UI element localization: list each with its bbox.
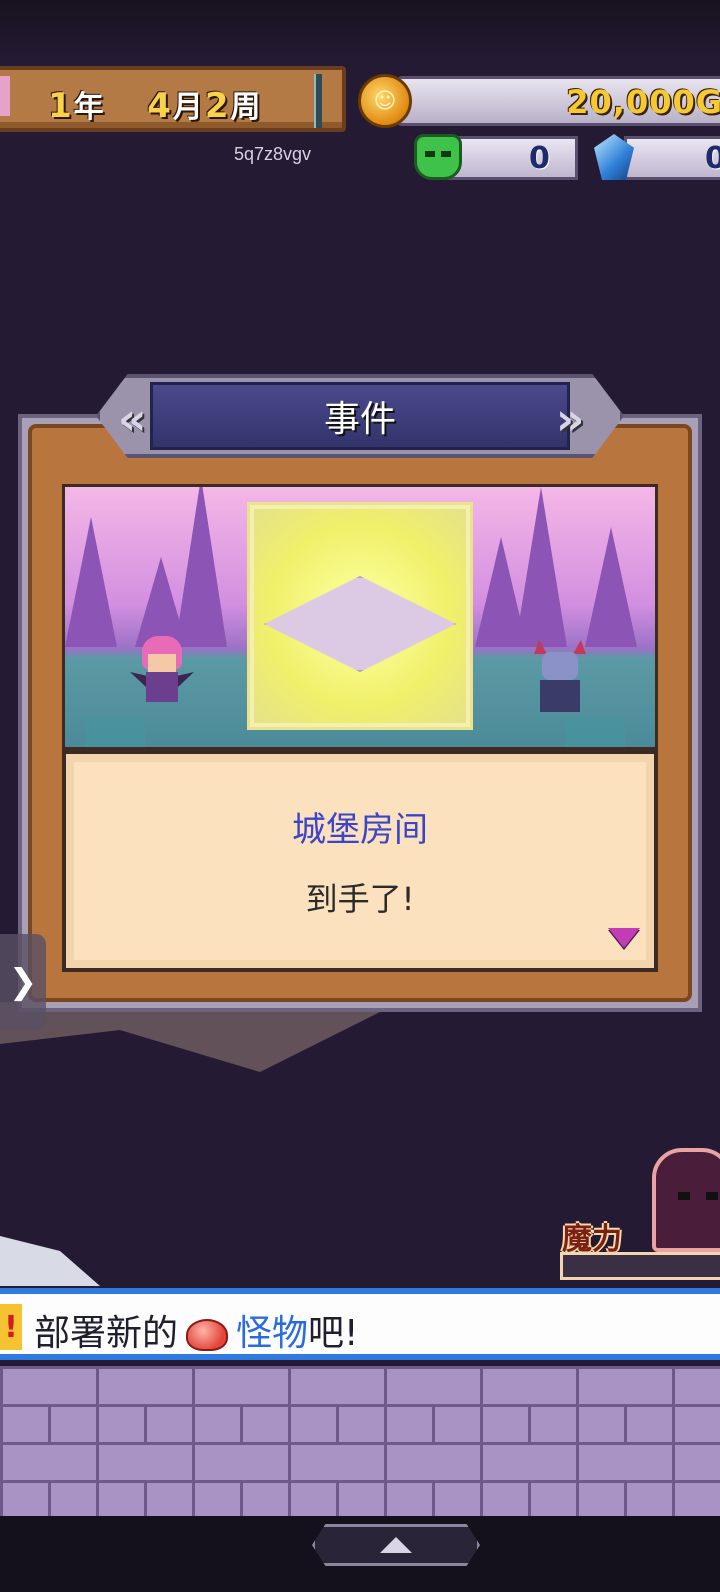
scene-ground-tile: [85, 717, 145, 747]
character-face: [148, 654, 176, 672]
date-display: 1年 4月2周: [48, 82, 263, 126]
week-value: 2: [204, 86, 231, 126]
month-unit: 月: [172, 90, 205, 125]
scene-spike: [175, 487, 227, 647]
triangle-down-icon[interactable]: [608, 928, 640, 948]
character-body: [540, 680, 580, 712]
scene-spike: [65, 517, 117, 647]
character-body: [146, 672, 178, 702]
year-unit: 年: [73, 90, 106, 125]
scene-spike: [515, 487, 567, 647]
slime-icon: [186, 1319, 229, 1351]
monster-count-panel: 0: [448, 136, 578, 180]
brick-row-offset: [0, 1480, 720, 1518]
date-accent: [0, 76, 10, 116]
notice-text: 部署新的 怪物吧!: [34, 1304, 358, 1356]
event-message-box[interactable]: 城堡房间 到手了!: [62, 750, 658, 972]
event-title-banner: 事件: [150, 382, 570, 450]
character-head: [542, 652, 578, 680]
notice-text-after: 吧!: [308, 1313, 359, 1354]
alert-icon: !: [0, 1304, 22, 1350]
scene-spike: [585, 527, 637, 647]
brick-row-offset: [0, 1404, 720, 1442]
chevron-left-icon: «: [118, 394, 147, 445]
triangle-up-icon: [380, 1537, 412, 1553]
crystal-count: 0: [705, 141, 720, 176]
notice-bar[interactable]: ! 部署新的 怪物吧!: [0, 1288, 720, 1360]
monster-icon: [414, 134, 462, 180]
year-value: 1: [48, 86, 74, 126]
demon-eyes: [678, 1192, 718, 1200]
demon-lord-portrait[interactable]: [652, 1148, 720, 1252]
demon-lord-character: [530, 640, 590, 720]
side-menu-tab[interactable]: ❯: [0, 934, 46, 1030]
gold-coin-icon: ☺: [358, 74, 412, 128]
obtained-item-name: 城堡房间: [292, 810, 428, 850]
monster-count: 0: [529, 141, 550, 176]
background-floor: [0, 1002, 400, 1072]
week-unit: 周: [230, 90, 263, 125]
month-value: 4: [147, 86, 173, 126]
gold-panel: 20,000G: [396, 76, 720, 126]
notice-text-before: 部署新的: [34, 1313, 179, 1354]
event-message: 到手了!: [305, 880, 415, 918]
top-status-bar-bg: [0, 0, 720, 60]
notice-highlight: 怪物: [236, 1313, 309, 1354]
expand-menu-button[interactable]: [312, 1524, 480, 1566]
date-divider: [314, 74, 322, 128]
scene-ground-tile: [565, 717, 625, 747]
mana-bar: [560, 1252, 720, 1280]
chevron-right-icon: ❯: [8, 962, 38, 1002]
succubus-character: [130, 636, 194, 716]
date-panel: 1年 4月2周: [0, 66, 346, 132]
user-id: 5q7z8vgv: [234, 144, 312, 164]
gold-amount: 20,000G: [566, 83, 720, 121]
chevron-right-decor-icon: »: [556, 394, 585, 445]
background-bone: [0, 1236, 100, 1286]
crystal-count-panel: 0: [624, 136, 720, 180]
event-title: 事件: [323, 399, 396, 440]
